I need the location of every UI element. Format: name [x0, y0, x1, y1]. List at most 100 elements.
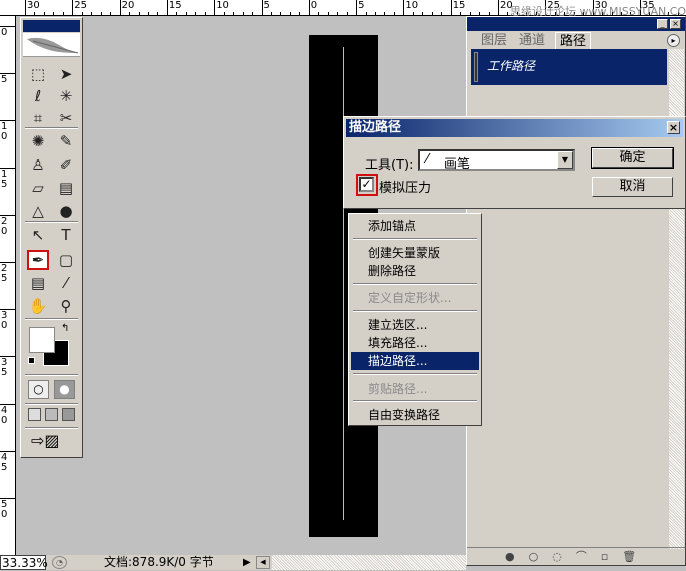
ruler-tick [119, 0, 121, 16]
ruler-tick [0, 167, 16, 169]
blur-tool-icon[interactable]: △ [27, 201, 49, 221]
healing-brush-tool-icon[interactable]: ✺ [27, 131, 49, 151]
ruler-label: 15 [1, 168, 8, 190]
ruler-tick [0, 262, 16, 263]
ok-button[interactable]: 确定 [591, 147, 674, 169]
full-screen-menu-icon[interactable] [45, 408, 58, 421]
eraser-tool-icon[interactable]: ▱ [27, 178, 49, 198]
menu-item-delete-path[interactable]: 删除路径 [351, 262, 479, 280]
shape-tool-icon[interactable]: ▢ [55, 250, 77, 270]
menu-item-create-vector-mask[interactable]: 创建矢量蒙版 [351, 244, 479, 262]
ruler-label: 40 [1, 404, 8, 426]
ruler-tick [157, 12, 159, 16]
scroll-left-button[interactable]: ◀ [256, 556, 270, 569]
close-icon[interactable]: × [670, 19, 681, 29]
ruler-tick [0, 403, 16, 405]
ruler-label: 25 [74, 0, 88, 11]
move-tool-icon[interactable]: ➤ [55, 64, 77, 84]
panel-footer-buttons[interactable]: ●○◌⌒▫🗑 [505, 548, 650, 564]
separator [25, 374, 78, 376]
marquee-tool-icon[interactable]: ⬚ [27, 64, 49, 84]
eyedropper-tool-icon[interactable]: ⁄ [55, 273, 77, 293]
menu-item-add-anchor[interactable]: 添加锚点 [351, 217, 479, 235]
tool-select-value: 画笔 [444, 157, 471, 172]
brush-tool-icon[interactable]: ✎ [55, 131, 77, 151]
cancel-button[interactable]: 取消 [592, 177, 673, 197]
tab-channels[interactable]: 通道 [515, 32, 549, 49]
ruler-tick [289, 12, 291, 16]
ruler-tick [204, 12, 206, 16]
menu-item-make-selection[interactable]: 建立选区... [351, 316, 479, 334]
pen-tool-icon[interactable]: ✒ [27, 250, 49, 270]
ruler-tick [0, 356, 16, 358]
ruler-tick [53, 12, 55, 16]
jump-to-imageready-icon[interactable]: ⇨▨ [31, 431, 60, 450]
menu-separator [353, 283, 477, 285]
default-colors-icon[interactable] [28, 357, 35, 364]
hand-tool-icon[interactable]: ✋ [27, 296, 49, 316]
new-path-icon[interactable]: ▫ [601, 550, 622, 563]
ruler-tick [34, 12, 36, 16]
magic-wand-tool-icon[interactable]: ✳ [55, 86, 77, 106]
tool-select[interactable]: ⁄ 画笔 ▼ [418, 149, 575, 172]
simulate-pressure-checkbox[interactable]: ✓ [359, 177, 374, 192]
ruler-tick [0, 498, 16, 499]
swap-colors-icon[interactable]: ↰ [61, 323, 69, 334]
menu-item-stroke-path[interactable]: 描边路径... [351, 352, 479, 370]
gradient-tool-icon[interactable]: ▤ [55, 178, 77, 198]
ruler-tick [403, 0, 405, 16]
menu-item-free-transform-path[interactable]: 自由变换路径 [351, 406, 479, 424]
type-tool-icon[interactable]: T [55, 225, 77, 245]
path-item-work-path[interactable]: 工作路径 [471, 49, 667, 85]
ruler-tick [0, 73, 16, 75]
dodge-tool-icon[interactable]: ● [55, 201, 77, 221]
slice-tool-icon[interactable]: ✂ [55, 108, 77, 128]
ruler-tick [242, 12, 244, 16]
zoom-tool-icon[interactable]: ⚲ [55, 296, 77, 316]
vertical-ruler[interactable]: 0 5 10 15 20 25 30 35 40 45 50 [0, 16, 16, 556]
panel-menu-icon[interactable]: ▸ [667, 34, 680, 47]
separator [25, 127, 78, 129]
separator [25, 318, 78, 320]
ruler-tick [62, 12, 64, 16]
menu-item-fill-path[interactable]: 填充路径... [351, 334, 479, 352]
tab-layers[interactable]: 图层 [477, 32, 511, 49]
load-selection-icon[interactable]: ◌ [552, 550, 576, 563]
ruler-tick [223, 12, 225, 16]
chevron-down-icon[interactable]: ▼ [557, 151, 573, 169]
status-info-icon[interactable]: ◔ [52, 556, 67, 569]
full-screen-icon[interactable] [62, 408, 75, 421]
panel-title-bar[interactable]: _ × [467, 17, 685, 31]
minimize-icon[interactable]: _ [657, 19, 668, 29]
trash-icon[interactable]: 🗑 [622, 550, 650, 563]
ruler-tick [176, 12, 178, 16]
horizontal-scrollbar[interactable] [272, 555, 466, 570]
brush-icon: ⁄ [426, 152, 429, 167]
ruler-tick [450, 0, 452, 16]
crop-tool-icon[interactable]: ⌗ [27, 108, 49, 128]
ruler-tick [422, 12, 424, 16]
standard-mode-icon[interactable]: ○ [28, 380, 49, 399]
close-icon[interactable]: × [667, 121, 680, 134]
fill-path-icon[interactable]: ● [505, 550, 529, 563]
zoom-field[interactable]: 33.33% [0, 555, 48, 570]
ruler-tick [261, 0, 263, 16]
quick-mask-mode-icon[interactable]: ● [54, 380, 75, 399]
clone-stamp-tool-icon[interactable]: ♙ [27, 155, 49, 175]
tab-paths[interactable]: 路径 [555, 32, 592, 49]
notes-tool-icon[interactable]: ▤ [27, 273, 49, 293]
history-brush-tool-icon[interactable]: ✐ [55, 155, 77, 175]
ruler-label: 10 [405, 0, 419, 11]
ruler-tick [460, 12, 462, 16]
path-thumbnail [474, 52, 478, 82]
foreground-color-swatch-front[interactable] [29, 327, 55, 353]
stroke-path-icon[interactable]: ○ [529, 550, 553, 563]
standard-screen-icon[interactable] [28, 408, 41, 421]
toolbox-title-bar[interactable] [23, 20, 80, 32]
ruler-tick [0, 450, 16, 452]
ruler-label: 30 [27, 0, 40, 11]
status-menu-arrow-icon[interactable]: ▶ [243, 555, 251, 570]
lasso-tool-icon[interactable]: ℓ [27, 86, 49, 106]
path-selection-tool-icon[interactable]: ↖ [27, 225, 49, 245]
make-work-path-icon[interactable]: ⌒ [576, 550, 601, 563]
